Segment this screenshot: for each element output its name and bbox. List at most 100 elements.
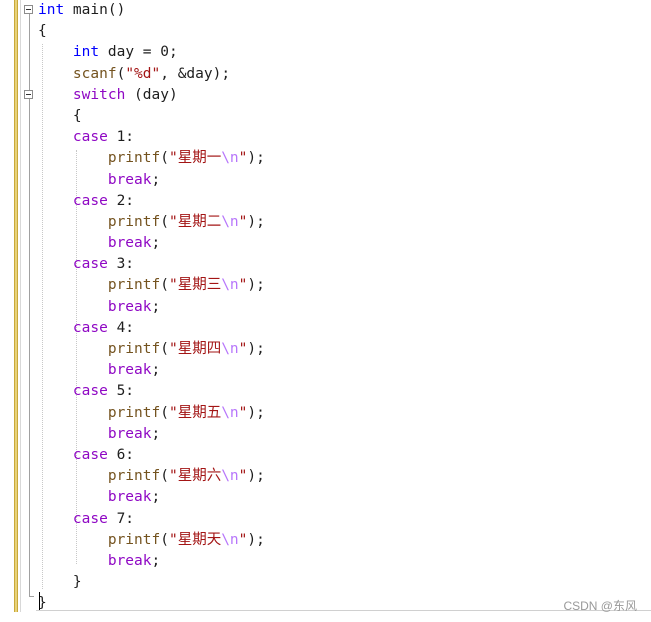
code-token: case	[72, 319, 108, 336]
code-token: {	[38, 107, 82, 124]
code-token: printf	[107, 404, 161, 421]
code-line[interactable]: break;	[38, 424, 265, 445]
code-line[interactable]: switch (day)	[38, 85, 265, 106]
code-token: case	[72, 446, 108, 463]
code-line[interactable]: {	[38, 21, 265, 42]
code-line[interactable]: }	[38, 572, 265, 593]
code-token: 2:	[107, 192, 135, 209]
code-token: }	[38, 574, 82, 591]
code-token: "星期二	[168, 213, 222, 230]
code-line[interactable]: int day = 0;	[38, 42, 265, 63]
code-editor[interactable]: int main(){ int day = 0; scanf("%d", &da…	[0, 0, 651, 622]
code-token: (	[160, 213, 169, 230]
code-token: 5:	[107, 383, 135, 400]
code-token: printf	[107, 341, 161, 357]
code-token: switch	[72, 86, 126, 103]
code-token: (day)	[125, 86, 178, 103]
code-token: (	[116, 65, 126, 82]
code-line[interactable]: break;	[38, 360, 265, 381]
code-token: case	[72, 192, 108, 209]
code-token: ;	[151, 425, 161, 442]
code-text-area[interactable]: int main(){ int day = 0; scanf("%d", &da…	[38, 0, 265, 614]
code-token: \n	[221, 468, 239, 485]
code-line[interactable]: }	[38, 593, 265, 614]
code-token: );	[247, 404, 265, 421]
editor-bottom-border	[36, 610, 651, 611]
collapse-switch-icon[interactable]	[24, 90, 33, 99]
code-line[interactable]: case 6:	[38, 445, 265, 466]
code-line[interactable]: printf("星期六\n");	[38, 466, 265, 487]
code-line[interactable]: case 5:	[38, 381, 265, 402]
code-token: ;	[151, 362, 161, 379]
code-token: \n	[221, 341, 239, 357]
code-token: ;	[151, 298, 161, 315]
code-token: break	[107, 489, 152, 506]
code-token: 3:	[107, 256, 135, 273]
code-token: 7:	[107, 510, 135, 527]
collapse-main-icon[interactable]	[24, 5, 33, 14]
code-token: (	[160, 150, 169, 167]
code-line[interactable]: printf("星期四\n");	[38, 339, 265, 360]
code-line[interactable]: printf("星期三\n");	[38, 275, 265, 296]
code-line[interactable]: break;	[38, 233, 265, 254]
code-line[interactable]: break;	[38, 297, 265, 318]
code-line[interactable]: break;	[38, 170, 265, 191]
code-token: 4:	[107, 319, 135, 336]
code-line[interactable]: {	[38, 106, 265, 127]
code-token: "星期一	[168, 150, 222, 167]
outline-end-main	[29, 596, 34, 597]
code-line[interactable]: break;	[38, 551, 265, 572]
code-token: (	[160, 468, 169, 485]
code-line[interactable]: break;	[38, 487, 265, 508]
code-token: main()	[64, 2, 126, 18]
code-token: ;	[151, 171, 161, 188]
code-line[interactable]: scanf("%d", &day);	[38, 64, 265, 85]
code-token: (	[160, 404, 169, 421]
code-token: );	[247, 531, 265, 548]
code-token: int	[38, 2, 65, 18]
code-line[interactable]: printf("星期五\n");	[38, 403, 265, 424]
code-line[interactable]: printf("星期天\n");	[38, 530, 265, 551]
code-token: \n	[221, 277, 239, 294]
code-line[interactable]: int main()	[38, 0, 265, 21]
code-token: );	[247, 213, 265, 230]
code-token: "星期四	[168, 341, 222, 357]
code-token: ;	[151, 235, 161, 252]
code-token: (	[160, 277, 169, 294]
code-token: day = 0;	[99, 44, 178, 61]
code-token: \n	[221, 150, 239, 167]
code-line[interactable]: case 3:	[38, 254, 265, 275]
code-token: case	[72, 383, 108, 400]
code-token: break	[107, 552, 152, 569]
code-token: break	[107, 362, 152, 379]
code-token: "星期六	[168, 468, 222, 485]
outline-guide-main	[29, 14, 30, 596]
code-line[interactable]: case 2:	[38, 191, 265, 212]
change-tracking-bar	[14, 0, 18, 612]
code-token: break	[107, 171, 152, 188]
code-line[interactable]: case 1:	[38, 127, 265, 148]
code-token: "星期三	[168, 277, 222, 294]
code-token: printf	[107, 468, 161, 485]
code-line[interactable]: printf("星期二\n");	[38, 212, 265, 233]
code-line[interactable]: case 4:	[38, 318, 265, 339]
code-token: case	[72, 256, 108, 273]
code-line[interactable]: case 7:	[38, 509, 265, 530]
watermark-label: CSDN @东风	[563, 599, 637, 613]
code-line[interactable]: printf("星期一\n");	[38, 148, 265, 169]
code-token: \n	[221, 213, 239, 230]
